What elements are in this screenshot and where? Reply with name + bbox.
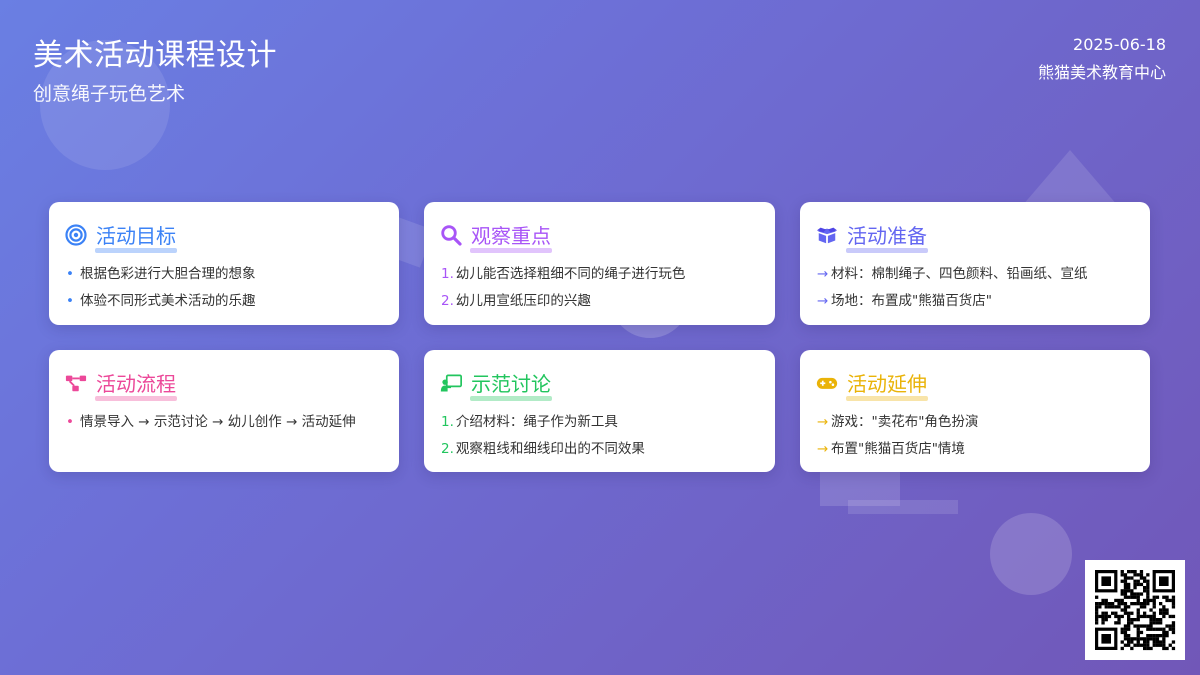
card-activity-extension: 活动延伸 → 游戏："卖花布"角色扮演 → 布置"熊猫百货店"情境 [800,350,1150,472]
list-marker: → [817,414,829,430]
project-diagram-icon [65,372,87,394]
list-item-text: 体验不同形式美术活动的乐趣 [80,293,256,309]
chalkboard-teacher-icon [440,372,462,394]
search-icon [440,224,462,246]
card-title: 示范讨论 [470,368,552,401]
card-list: • 情景导入 → 示范讨论 → 幼儿创作 → 活动延伸 [66,409,356,436]
list-item-text: 幼儿用宣纸压印的兴趣 [455,293,591,309]
list-item-text: 观察粗线和细线印出的不同效果 [455,441,645,457]
list-marker: 2. [441,441,454,457]
list-item: • 根据色彩进行大胆合理的想象 [66,261,256,288]
decor-circle [990,513,1072,595]
list-marker: 1. [441,266,454,282]
card-title: 活动目标 [95,220,177,253]
card-list: → 材料：棉制绳子、四色颜料、铅画纸、宣纸 → 场地：布置成"熊猫百货店" [817,261,1088,315]
list-item: → 场地：布置成"熊猫百货店" [817,288,1088,315]
list-marker: 1. [441,414,454,430]
list-item-text: 布置"熊猫百货店"情境 [831,441,965,457]
card-observation-focus: 观察重点 1. 幼儿能否选择粗细不同的绳子进行玩色 2. 幼儿用宣纸压印的兴趣 [424,202,775,325]
organization-label: 熊猫美术教育中心 [1037,63,1166,82]
list-item-text: 情景导入 → 示范讨论 → 幼儿创作 → 活动延伸 [80,414,356,430]
list-item: → 游戏："卖花布"角色扮演 [817,409,978,436]
date-label: 2025-06-18 [1073,35,1166,54]
page-subtitle: 创意绳子玩色艺术 [33,83,186,105]
list-marker: • [66,293,74,309]
qr-code-icon [1085,560,1185,660]
list-marker: → [817,293,829,309]
card-activity-preparation: 活动准备 → 材料：棉制绳子、四色颜料、铅画纸、宣纸 → 场地：布置成"熊猫百货店" [800,202,1150,325]
list-marker: → [817,266,829,282]
slide: 美术活动课程设计 创意绳子玩色艺术 2025-06-18 熊猫美术教育中心 活动… [0,0,1200,675]
list-item-text: 根据色彩进行大胆合理的想象 [80,266,256,282]
list-marker: • [66,414,74,430]
list-item-text: 场地：布置成"熊猫百货店" [831,293,992,309]
target-icon [65,223,87,246]
list-item: • 情景导入 → 示范讨论 → 幼儿创作 → 活动延伸 [66,409,356,436]
card-list: 1. 介绍材料：绳子作为新工具 2. 观察粗线和细线印出的不同效果 [441,409,645,463]
list-item-text: 游戏："卖花布"角色扮演 [831,414,979,430]
list-marker: • [66,266,74,282]
list-item: 1. 幼儿能否选择粗细不同的绳子进行玩色 [441,261,685,288]
list-item: 2. 观察粗线和细线印出的不同效果 [441,436,645,463]
decor-rectangle [848,500,958,514]
page-title: 美术活动课程设计 [33,38,277,73]
list-marker: → [817,441,829,457]
list-item: → 布置"熊猫百货店"情境 [817,436,978,463]
card-demonstration-discussion: 示范讨论 1. 介绍材料：绳子作为新工具 2. 观察粗线和细线印出的不同效果 [424,350,775,472]
card-title: 活动延伸 [846,368,928,401]
list-item-text: 材料：棉制绳子、四色颜料、铅画纸、宣纸 [831,266,1088,282]
list-item-text: 介绍材料：绳子作为新工具 [455,414,618,430]
list-marker: 2. [441,293,454,309]
card-activity-process: 活动流程 • 情景导入 → 示范讨论 → 幼儿创作 → 活动延伸 [49,350,399,472]
list-item: 2. 幼儿用宣纸压印的兴趣 [441,288,685,315]
card-title: 观察重点 [470,220,552,253]
card-activity-goals: 活动目标 • 根据色彩进行大胆合理的想象 • 体验不同形式美术活动的乐趣 [49,202,399,325]
list-item-text: 幼儿能否选择粗细不同的绳子进行玩色 [455,266,686,282]
card-list: → 游戏："卖花布"角色扮演 → 布置"熊猫百货店"情境 [817,409,978,463]
card-list: • 根据色彩进行大胆合理的想象 • 体验不同形式美术活动的乐趣 [66,261,256,315]
decor-rectangle [820,470,900,506]
gamepad-icon [816,372,838,394]
card-title: 活动准备 [846,220,928,253]
card-title: 活动流程 [95,368,177,401]
list-item: • 体验不同形式美术活动的乐趣 [66,288,256,315]
list-item: 1. 介绍材料：绳子作为新工具 [441,409,645,436]
list-item: → 材料：棉制绳子、四色颜料、铅画纸、宣纸 [817,261,1088,288]
box-open-icon [816,224,838,246]
card-list: 1. 幼儿能否选择粗细不同的绳子进行玩色 2. 幼儿用宣纸压印的兴趣 [441,261,685,315]
